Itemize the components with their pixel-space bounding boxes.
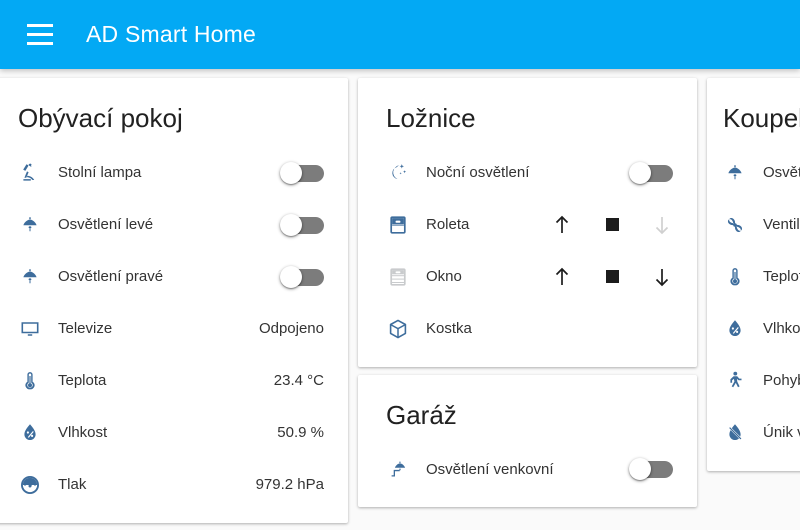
menu-bar-3 — [27, 42, 53, 45]
cover-up-button[interactable] — [551, 212, 573, 238]
column-right: Koupelna Osvětlení Ventilátor Teplota — [707, 78, 800, 479]
card-title: Ložnice — [386, 103, 476, 133]
toggle-knob — [629, 161, 651, 184]
row-label: Kostka — [426, 320, 472, 338]
outdoor-light-icon — [386, 457, 426, 481]
window-icon — [386, 265, 426, 289]
row-label: Televize — [58, 320, 113, 338]
row-teplota[interactable]: Teplota 23.4 °C — [0, 355, 348, 407]
gauge-icon — [18, 473, 58, 497]
fan-icon — [723, 213, 763, 237]
toggle-stolni-lampa[interactable] — [280, 161, 324, 184]
thermometer-icon — [723, 265, 763, 289]
card-koupelna: Koupelna Osvětlení Ventilátor Teplota — [707, 78, 800, 471]
toggle-knob — [280, 161, 302, 184]
row-label: Teplota — [763, 268, 800, 286]
row-ventilator[interactable]: Ventilátor — [707, 199, 800, 251]
blind-icon — [386, 213, 426, 237]
app-title: AD Smart Home — [86, 21, 257, 47]
toggle-osvetleni-prave[interactable] — [280, 265, 324, 288]
row-value: 23.4 °C — [273, 372, 324, 390]
row-label: Únik vody — [763, 424, 800, 442]
row-value: 50.9 % — [277, 424, 324, 442]
smart-home-app: AD Smart Home Obývací pokoj Stolní lampa… — [0, 0, 800, 530]
row-label: Stolní lampa — [58, 164, 142, 182]
row-roleta[interactable]: Roleta — [358, 199, 697, 251]
app-header: AD Smart Home — [0, 0, 800, 69]
row-tlak[interactable]: Tlak 979.2 hPa — [0, 459, 348, 511]
row-osvetleni[interactable]: Osvětlení — [707, 147, 800, 199]
row-osvetleni-venkovni[interactable]: Osvětlení venkovní — [358, 443, 697, 495]
row-label: Roleta — [426, 216, 470, 234]
cover-down-button-disabled — [651, 212, 673, 238]
cover-down-button[interactable] — [651, 264, 673, 290]
row-teplota[interactable]: Teplota — [707, 251, 800, 303]
night-light-moon-icon — [386, 161, 426, 185]
row-stolni-lampa[interactable]: Stolní lampa — [0, 147, 348, 199]
row-unik-vody[interactable]: Únik vody — [707, 407, 800, 459]
row-label: Osvětlení venkovní — [426, 460, 554, 478]
desk-lamp-icon — [18, 161, 58, 185]
row-okno[interactable]: Okno — [358, 251, 697, 303]
card-title: Obývací pokoj — [18, 103, 183, 133]
row-label: Okno — [426, 268, 462, 286]
row-televize[interactable]: Televize Odpojeno — [0, 303, 348, 355]
humidity-icon — [18, 421, 58, 445]
row-value: Odpojeno — [258, 320, 324, 338]
hamburger-menu-icon[interactable] — [16, 11, 64, 59]
row-nocni-osvetleni[interactable]: Noční osvětlení — [358, 147, 697, 199]
row-label: Osvětlení — [763, 164, 800, 182]
card-obyvaci-pokoj: Obývací pokoj Stolní lampa Osvětlení lev… — [0, 78, 348, 523]
row-label: Teplota — [58, 372, 107, 390]
row-value: 979.2 hPa — [255, 476, 324, 494]
row-label: Osvětlení levé — [58, 216, 154, 234]
ceiling-light-icon — [18, 213, 58, 237]
row-label: Pohyb — [763, 372, 800, 390]
row-vlhkost[interactable]: Vlhkost — [707, 303, 800, 355]
menu-bar-2 — [27, 33, 53, 36]
cover-stop-button[interactable] — [601, 212, 623, 238]
row-osvetleni-leve[interactable]: Osvětlení levé — [0, 199, 348, 251]
row-kostka[interactable]: Kostka — [358, 303, 697, 355]
row-osvetleni-prave[interactable]: Osvětlení pravé — [0, 251, 348, 303]
television-icon — [18, 317, 58, 341]
stop-square-icon — [605, 270, 619, 284]
card-garaz: Garáž Osvětlení venkovní — [358, 374, 697, 508]
cover-controls-roleta — [551, 212, 673, 238]
cover-controls-okno — [551, 264, 673, 290]
ceiling-light-icon — [723, 161, 763, 185]
column-middle: Ložnice Noční osvětlení Roleta Okno Kost… — [358, 78, 697, 515]
menu-bar-1 — [27, 24, 53, 27]
toggle-knob — [280, 265, 302, 288]
leak-sensor-icon — [723, 421, 763, 445]
row-label: Vlhkost — [763, 320, 800, 338]
row-label: Tlak — [58, 476, 87, 494]
row-label: Vlhkost — [58, 424, 108, 442]
card-loznice: Ložnice Noční osvětlení Roleta Okno Kost… — [358, 78, 697, 367]
motion-sensor-icon — [723, 369, 763, 393]
humidity-icon — [723, 317, 763, 341]
card-title: Garáž — [386, 399, 457, 430]
row-vlhkost[interactable]: Vlhkost 50.9 % — [0, 407, 348, 459]
row-label: Osvětlení pravé — [58, 268, 164, 286]
stop-square-icon — [605, 218, 619, 232]
card-title: Koupelna — [723, 103, 800, 133]
cube-icon — [386, 317, 426, 341]
cover-stop-button[interactable] — [601, 264, 623, 290]
toggle-nocni-osvetleni[interactable] — [629, 161, 673, 184]
cover-up-button[interactable] — [551, 264, 573, 290]
ceiling-light-icon — [18, 265, 58, 289]
column-left: Obývací pokoj Stolní lampa Osvětlení lev… — [0, 78, 348, 530]
row-label: Ventilátor — [763, 216, 800, 234]
toggle-osvetleni-venkovni[interactable] — [629, 458, 673, 481]
row-label: Noční osvětlení — [426, 164, 530, 182]
toggle-knob — [280, 213, 302, 236]
toggle-osvetleni-leve[interactable] — [280, 213, 324, 236]
thermometer-icon — [18, 369, 58, 393]
row-pohyb[interactable]: Pohyb — [707, 355, 800, 407]
